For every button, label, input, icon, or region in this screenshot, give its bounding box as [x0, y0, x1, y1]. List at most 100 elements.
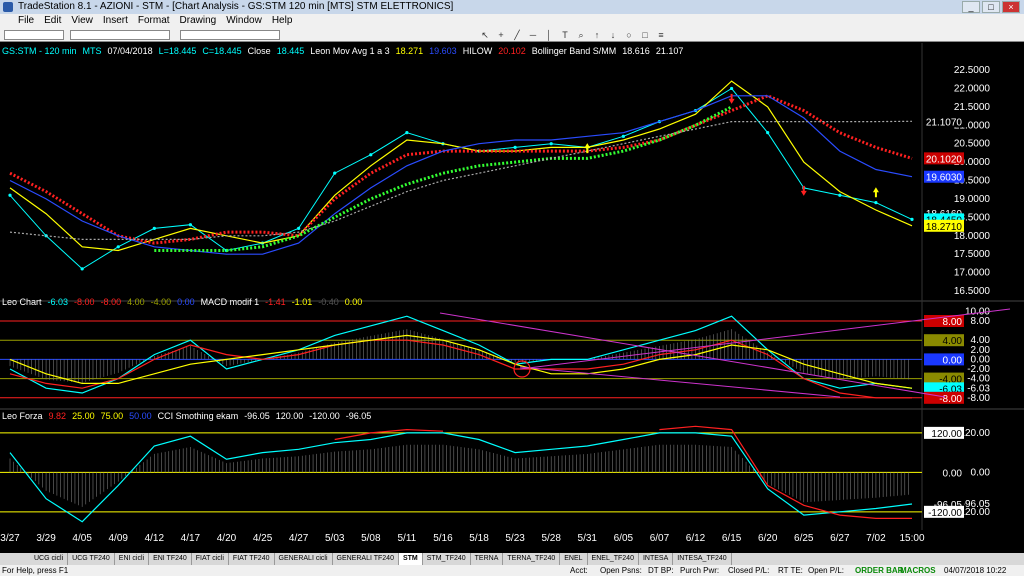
price-series-line — [154, 105, 733, 252]
macd-legend-item: -1.41 — [265, 297, 286, 307]
workspace-combo[interactable] — [180, 30, 280, 40]
price-y-tick-label: 16.5000 — [954, 286, 991, 297]
horizontal-line-icon[interactable]: ─ — [528, 30, 538, 40]
window-controls: _ □ × — [962, 1, 1020, 13]
macd-legend-item: -8.00 — [74, 297, 95, 307]
macd-legend-item: 0.00 — [344, 297, 363, 307]
chart-svg[interactable]: 3/27 3/29 4/05 4/09 4/12 4/17 4/20 4/25 4/27 5/03… — [0, 43, 1024, 544]
text-icon[interactable]: T — [560, 30, 570, 40]
price-legend-item: 18.445 — [276, 46, 305, 56]
workspace-tab[interactable]: FIAT cicli — [192, 553, 229, 565]
macd-legend-item: -4.00 — [150, 297, 172, 307]
status-order-bar[interactable]: ORDER BAR — [855, 565, 903, 576]
workspace-tab[interactable]: UCG cicli — [30, 553, 69, 565]
macd-value-marker-label: -8.00 — [939, 394, 962, 405]
price-point — [838, 193, 842, 197]
workspace-tab[interactable]: ENI cicli — [115, 553, 150, 565]
macd-legend-item: Leo Chart — [2, 297, 42, 307]
price-point — [513, 145, 517, 149]
cci-value-marker-label: -120.00 — [928, 508, 962, 519]
cursor-icon[interactable]: ↖ — [480, 30, 490, 40]
macd-legend-item: -1.01 — [291, 297, 313, 307]
minimize-icon[interactable]: _ — [962, 1, 980, 13]
x-tick-label: 4/20 — [217, 533, 237, 544]
price-point — [730, 86, 734, 91]
trendline-icon[interactable]: ╱ — [512, 30, 522, 40]
price-legend-item: 18.616 — [622, 46, 650, 56]
menu-item-window[interactable]: Window — [226, 14, 262, 28]
workspace-tab[interactable]: STM_TF240 — [423, 553, 471, 565]
fibonacci-icon[interactable]: ≡ — [656, 30, 666, 40]
menu-item-drawing[interactable]: Drawing — [180, 14, 217, 28]
close-icon[interactable]: × — [1002, 1, 1020, 13]
chart-area[interactable]: 3/27 3/29 4/05 4/09 4/12 4/17 4/20 4/25 4/27 5/03… — [0, 43, 1024, 544]
price-legend-item: 21.107 — [655, 46, 684, 56]
arrow-up-icon[interactable]: ↑ — [592, 30, 602, 40]
rectangle-icon[interactable]: □ — [640, 30, 650, 40]
workspace-tab[interactable]: ENEL — [560, 553, 588, 565]
price-y-tick-label: 22.5000 — [954, 65, 991, 76]
macd-legend-item: MACD modif 1 — [200, 297, 260, 307]
workspace-tab[interactable]: TERNA — [471, 553, 504, 565]
macd-series-line — [9, 334, 913, 389]
cci-legend-item: 120.00 — [275, 411, 304, 421]
maximize-icon[interactable]: □ — [982, 1, 1000, 13]
price-legend-item: Leon Mov Avg 1 a 3 — [310, 46, 390, 56]
cci-legend: Leo Forza 9.82 25.00 75.00 50.00 CCI Smothing… — [2, 411, 377, 421]
x-tick-label: 6/25 — [794, 533, 814, 544]
zoom-icon[interactable]: ⌕ — [576, 30, 586, 40]
status-bar: For Help, press F1 Acct: Open Psns: DT B… — [0, 565, 1024, 576]
crosshair-icon[interactable]: + — [496, 30, 506, 40]
price-legend-item: 18.271 — [395, 46, 424, 56]
workspace-tab[interactable]: FIAT TF240 — [229, 553, 275, 565]
x-tick-label: 3/27 — [0, 533, 20, 544]
workspace-tab[interactable]: STM — [398, 553, 423, 565]
x-tick-label: 5/03 — [325, 533, 345, 544]
workspace-tab[interactable]: UCG TF240 — [68, 553, 115, 565]
menu-item-view[interactable]: View — [71, 14, 93, 28]
price-value-marker-label: 19.6030 — [926, 173, 963, 184]
status-dt-bp: DT BP: — [648, 566, 674, 575]
x-tick-label: 5/28 — [541, 533, 561, 544]
x-tick-label: 5/11 — [398, 533, 417, 544]
cci-legend-item: 25.00 — [72, 411, 95, 421]
x-tick-label: 6/27 — [830, 533, 850, 544]
workspace-tab[interactable]: TERNA_TF240 — [503, 553, 561, 565]
price-point — [116, 245, 120, 249]
menu-item-edit[interactable]: Edit — [44, 14, 61, 28]
x-tick-label: 4/25 — [253, 533, 273, 544]
window-title: TradeStation 8.1 - AZIONI - STM - [Chart… — [18, 1, 454, 12]
menu-item-insert[interactable]: Insert — [103, 14, 128, 28]
cci-legend-item: -96.05 — [345, 411, 372, 421]
arrow-down-icon[interactable]: ↓ — [608, 30, 618, 40]
x-tick-label: 6/15 — [722, 533, 742, 544]
vertical-line-icon[interactable]: │ — [544, 30, 554, 40]
workspace-tab[interactable]: GENERALI TF240 — [333, 553, 399, 565]
menu-item-help[interactable]: Help — [272, 14, 293, 28]
status-help: For Help, press F1 — [2, 566, 69, 575]
circle-icon[interactable]: ○ — [624, 30, 634, 40]
price-legend-item: 20.102 — [498, 46, 526, 56]
cci-legend-item: 75.00 — [100, 411, 124, 421]
status-closed-pl: Closed P/L: — [728, 566, 770, 575]
menu-item-file[interactable]: File — [18, 14, 34, 28]
status-macros[interactable]: MACROS — [900, 565, 936, 576]
workspace-tab[interactable]: GENERALI cicli — [275, 553, 333, 565]
workspace-tab[interactable]: INTESA — [639, 553, 674, 565]
price-point — [152, 226, 156, 230]
x-tick-label: 5/08 — [361, 533, 381, 544]
x-tick-label: 5/31 — [578, 533, 598, 544]
symbol-combo[interactable] — [4, 30, 64, 40]
workspace-tab[interactable]: ENEL_TF240 — [588, 553, 639, 565]
menu-item-format[interactable]: Format — [138, 14, 170, 28]
price-y-tick-label: 17.0000 — [954, 268, 991, 279]
status-open-psns: Open Psns: — [600, 566, 642, 575]
macd-trendline — [439, 312, 946, 398]
macd-value-marker-label: 0.00 — [943, 355, 963, 366]
price-legend-item: GS:STM - 120 min — [2, 46, 77, 56]
price-point — [874, 201, 878, 205]
workspace-tab[interactable]: INTESA_TF240 — [673, 553, 732, 565]
workspace-tab[interactable]: ENI TF240 — [149, 553, 192, 565]
macd-legend-item: 0.00 — [177, 297, 195, 307]
interval-combo[interactable] — [70, 30, 170, 40]
